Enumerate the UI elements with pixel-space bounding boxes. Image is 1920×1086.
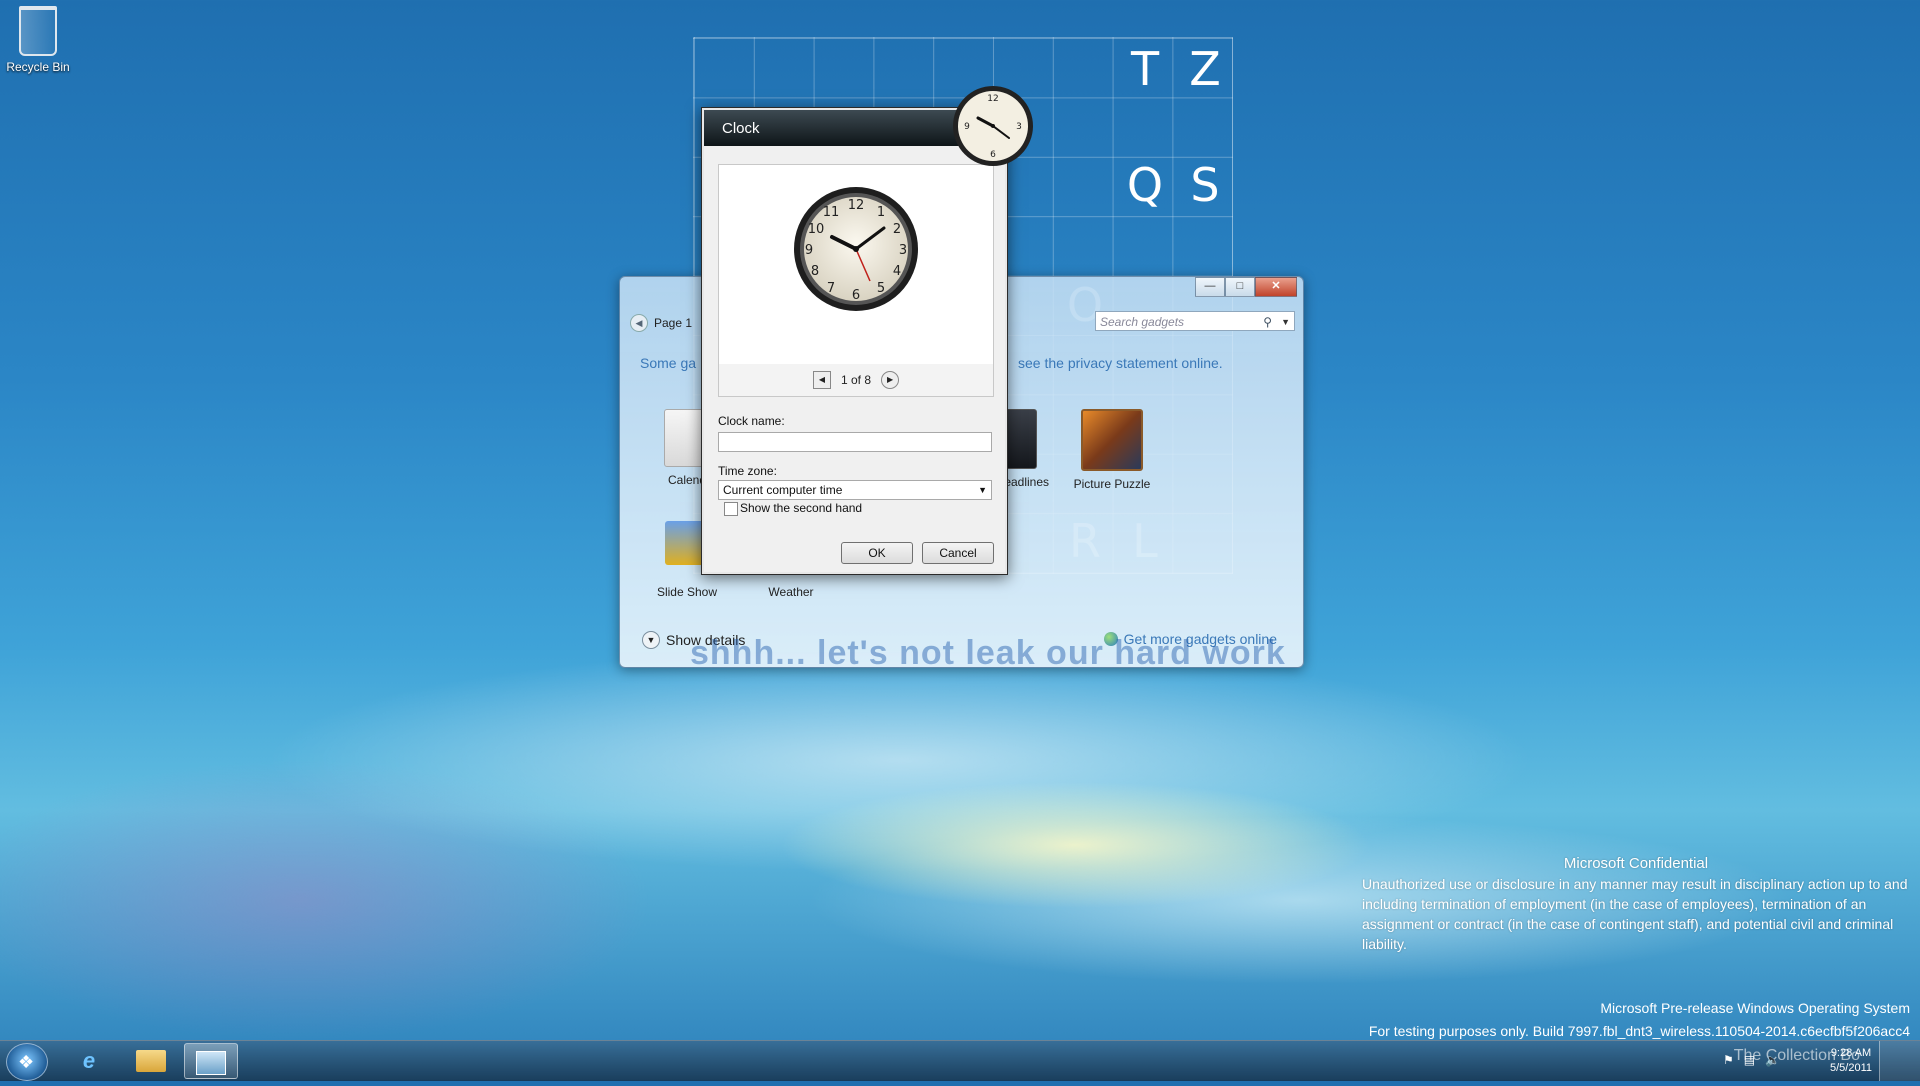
window-controls: — □ ✕	[1195, 277, 1297, 297]
desktop-clock-gadget[interactable]: 12 3 6 9	[951, 82, 1035, 175]
clock-icon: 12 3 6 9	[953, 86, 1033, 166]
svg-text:6: 6	[990, 150, 996, 160]
dialog-body: 12 1 2 3 45 6 78 9 10 11 ◀ 1 of 8 ▶ Clock name…	[702, 146, 1007, 574]
recycle-bin-label: Recycle Bin	[6, 60, 70, 74]
show-desktop-button[interactable]	[1879, 1041, 1920, 1081]
time-zone-value: Current computer time	[723, 483, 843, 497]
taskbar: ❖ e The Collection Bo 9:28 AM 5/5/2011 ⚑…	[0, 1040, 1920, 1081]
pager-count: 1 of 8	[840, 373, 872, 387]
cancel-button[interactable]: Cancel	[922, 542, 994, 564]
svg-text:11: 11	[823, 205, 840, 220]
tile-letter: Q	[1126, 158, 1164, 212]
confidential-notice: Microsoft Confidential Unauthorized use …	[1362, 854, 1910, 954]
confidential-heading: Microsoft Confidential	[1563, 855, 1709, 872]
network-icon[interactable]: ▤	[1744, 1053, 1755, 1067]
system-tray: ⚑ ▤ 🔈	[1723, 1053, 1780, 1067]
clock-settings-dialog: Clock 12 1 2 345 678 9 10 11 ◀ 1 of 8 ▶ …	[701, 107, 1008, 575]
confidential-body: Unauthorized use or disclosure in any ma…	[1362, 876, 1908, 952]
svg-text:12: 12	[987, 94, 998, 104]
search-placeholder: Search gadgets	[1100, 315, 1185, 329]
second-hand-label[interactable]: Show the second hand	[740, 501, 862, 515]
svg-text:8: 8	[811, 264, 819, 279]
svg-text:1: 1	[877, 205, 885, 220]
flag-icon[interactable]: ⚑	[1723, 1053, 1734, 1067]
page-label: Page 1	[654, 316, 693, 330]
svg-text:9: 9	[805, 243, 813, 258]
gadget-label: Weather	[768, 585, 814, 599]
chevron-down-icon[interactable]: ▼	[1281, 312, 1290, 332]
svg-text:2: 2	[893, 222, 901, 237]
recycle-bin-icon[interactable]: Recycle Bin	[6, 4, 70, 74]
start-button[interactable]: ❖	[6, 1043, 48, 1081]
close-button[interactable]: ✕	[1255, 277, 1297, 297]
os-line: Microsoft Pre-release Windows Operating …	[1600, 1000, 1910, 1016]
svg-text:4: 4	[893, 264, 901, 279]
internet-explorer-icon[interactable]: e	[62, 1043, 116, 1079]
previous-page-icon[interactable]: ◀	[630, 314, 648, 332]
page-navigation: ◀ Page 1	[630, 313, 692, 333]
previous-style-button[interactable]: ◀	[812, 371, 831, 389]
time-zone-label: Time zone:	[718, 464, 777, 478]
gadget-weather[interactable]: Weather	[746, 585, 836, 599]
puzzle-icon	[1081, 409, 1143, 471]
gadget-label: Slide Show	[656, 585, 718, 599]
svg-text:10: 10	[808, 222, 825, 237]
svg-text:6: 6	[852, 288, 860, 303]
taskbar-date: 5/5/2011	[1829, 1062, 1872, 1074]
next-style-button[interactable]: ▶	[881, 371, 900, 389]
watermark-text: shhh... let's not leak our hard work	[690, 634, 1286, 672]
trash-icon	[19, 6, 57, 56]
clock-face-icon: 12 12 3 45 6 78 9 10 11	[794, 187, 918, 311]
tile-letter: S	[1190, 158, 1220, 212]
taskbar-time: 9:28 AM	[1830, 1047, 1872, 1059]
clock-name-label: Clock name:	[718, 414, 785, 428]
search-icon[interactable]: ⚲	[1263, 312, 1272, 332]
volume-icon[interactable]: 🔈	[1765, 1053, 1780, 1067]
clock-style-pager: ◀ 1 of 8 ▶	[718, 364, 994, 397]
svg-text:12: 12	[848, 198, 865, 213]
file-explorer-icon[interactable]	[124, 1043, 178, 1079]
svg-text:3: 3	[1016, 122, 1022, 132]
svg-text:5: 5	[877, 281, 885, 296]
maximize-button[interactable]: □	[1225, 277, 1255, 297]
svg-text:3: 3	[899, 243, 907, 258]
privacy-notice-left: Some ga	[640, 355, 697, 371]
build-info: Microsoft Pre-release Windows Operating …	[1369, 997, 1910, 1043]
gadget-picture-puzzle[interactable]: Picture Puzzle	[1067, 409, 1157, 491]
tile-letter: T	[1130, 42, 1160, 96]
search-input[interactable]: Search gadgets ⚲ ▼	[1095, 311, 1295, 331]
second-hand-checkbox[interactable]	[724, 502, 738, 516]
privacy-notice-link[interactable]: see the privacy statement online.	[1018, 355, 1223, 371]
gadget-label: Picture Puzzle	[1073, 477, 1151, 491]
chevron-down-icon: ▼	[978, 485, 987, 495]
minimize-button[interactable]: —	[1195, 277, 1225, 297]
chevron-down-icon: ▼	[642, 631, 660, 649]
tile-letter: Z	[1189, 42, 1221, 96]
windows-logo-icon: ❖	[18, 1052, 35, 1072]
clock-name-input[interactable]	[718, 432, 992, 452]
taskbar-clock[interactable]: 9:28 AM 5/5/2011	[1830, 1046, 1872, 1076]
gadgets-taskbar-icon[interactable]	[184, 1043, 238, 1079]
svg-text:7: 7	[827, 281, 835, 296]
ok-button[interactable]: OK	[841, 542, 913, 564]
svg-text:9: 9	[964, 122, 970, 132]
time-zone-select[interactable]: Current computer time ▼	[718, 480, 992, 500]
clock-preview: 12 1 2 3 45 6 78 9 10 11	[718, 164, 994, 366]
